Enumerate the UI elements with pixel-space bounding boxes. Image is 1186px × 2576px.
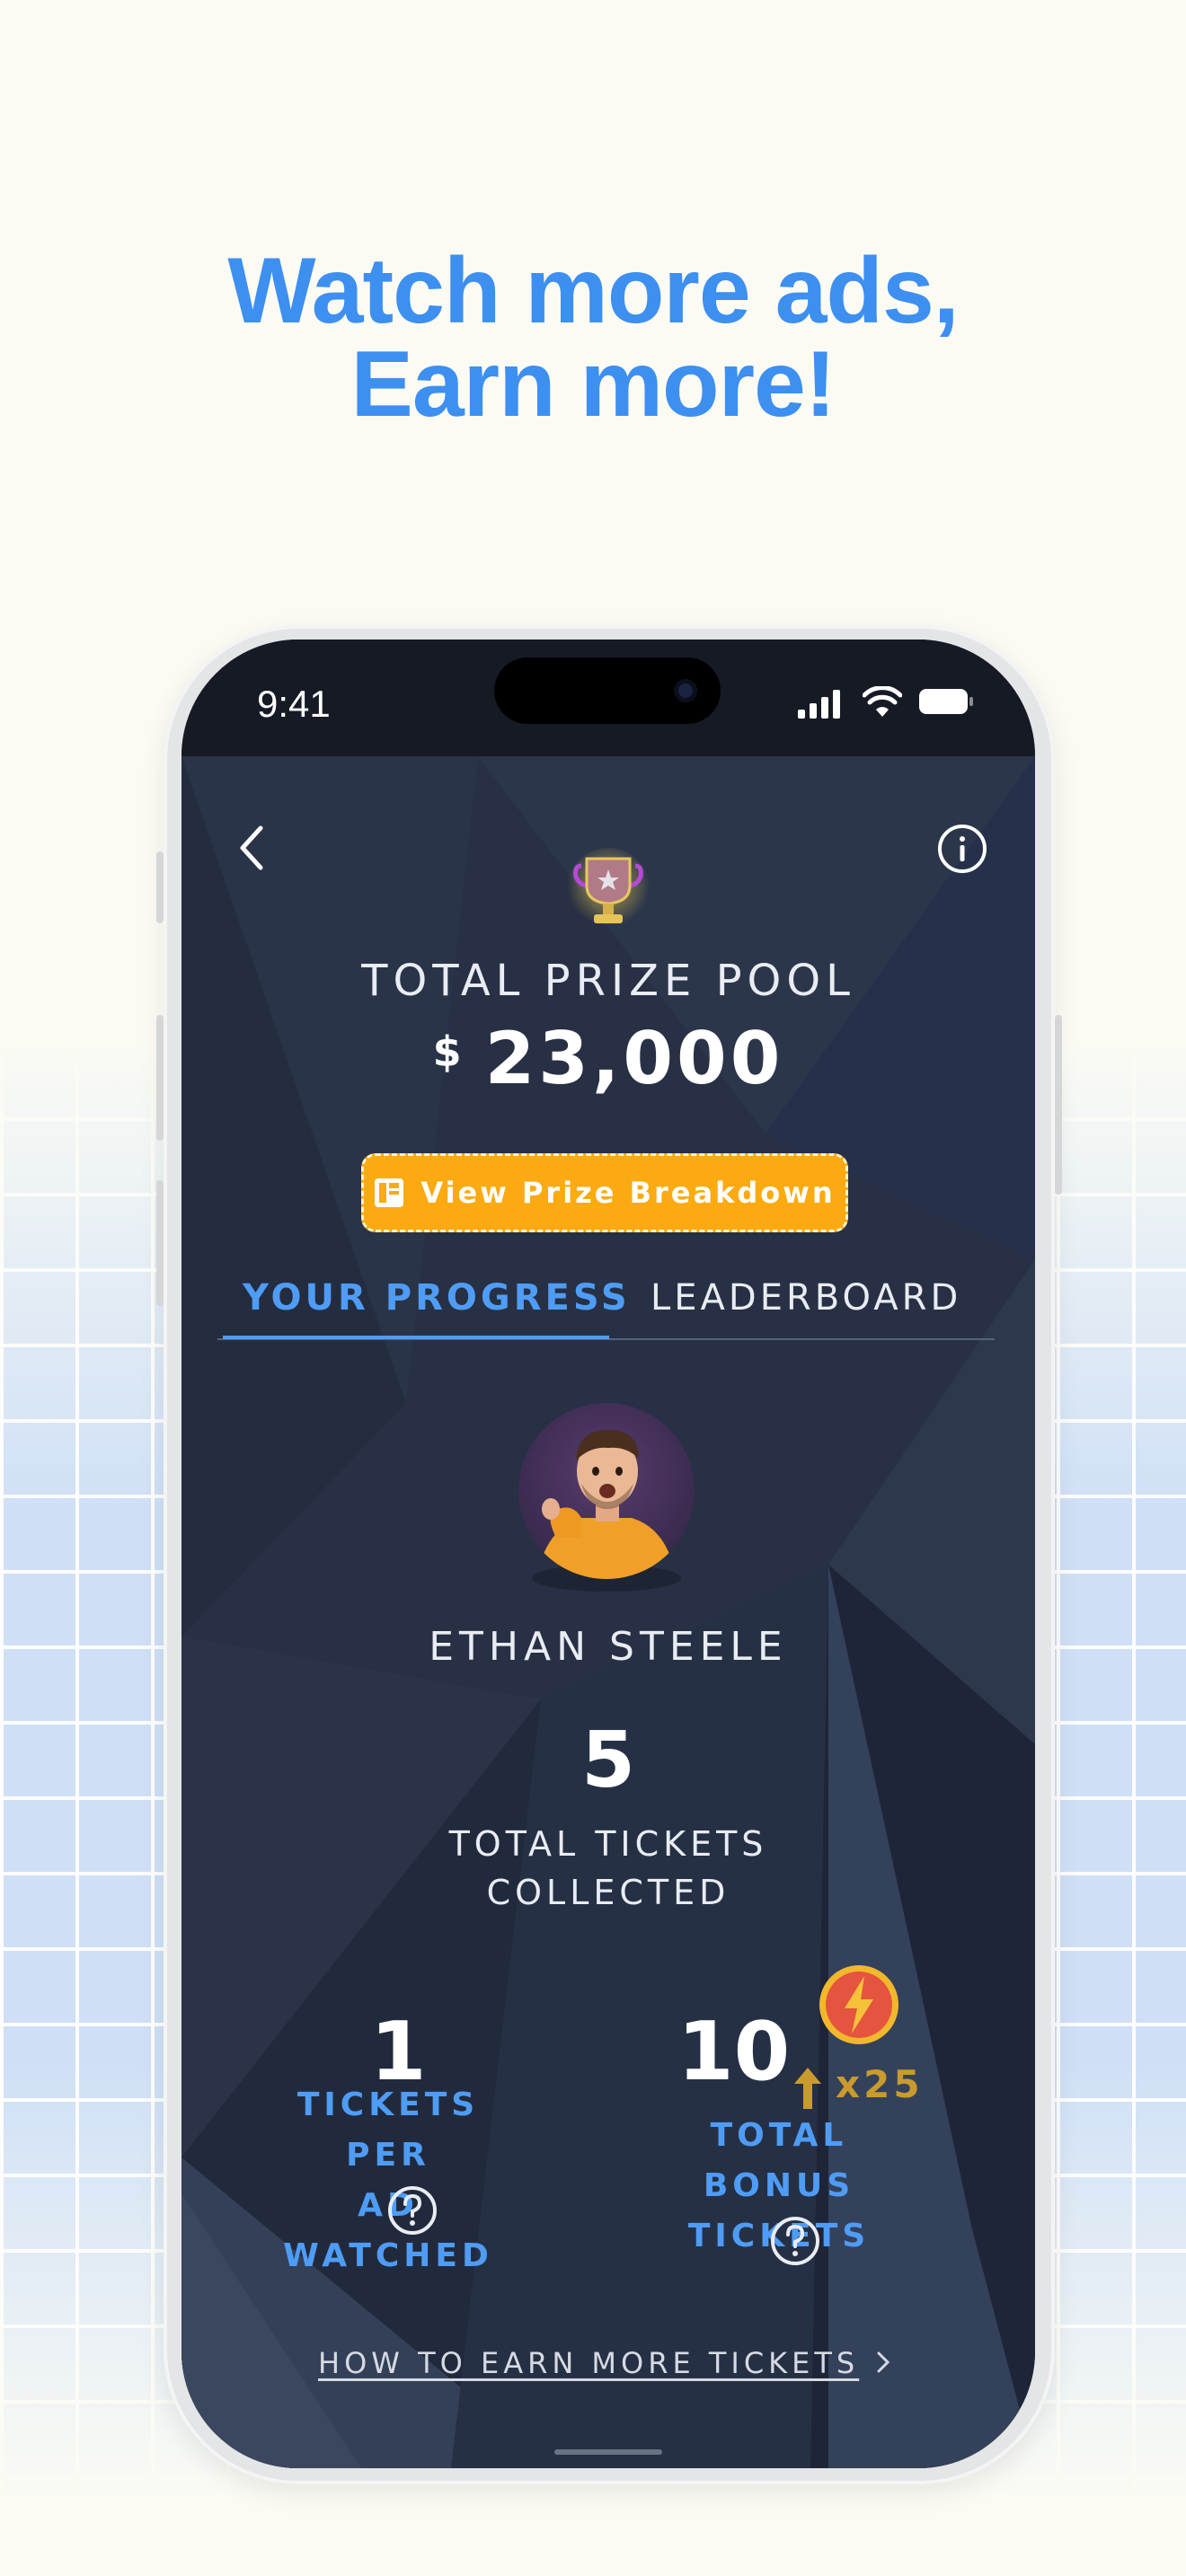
battery-icon — [919, 689, 973, 714]
trophy-icon — [567, 848, 650, 931]
tab-leaderboard[interactable]: LEADERBOARD — [651, 1277, 961, 1319]
headline-line-1: Watch more ads, — [227, 239, 959, 343]
total-tickets-label-line-1: TOTAL TICKETS — [448, 1824, 768, 1864]
volume-down-button — [156, 1180, 164, 1306]
home-indicator — [554, 2449, 662, 2455]
how-to-earn-link[interactable]: HOW TO EARN MORE TICKETS — [318, 2346, 859, 2380]
status-bar: 9:41 — [181, 640, 1035, 756]
tickets-per-ad-label: TICKETS PER AD WATCHED — [253, 2080, 523, 2281]
tournament-screen: TOTAL PRIZE POOL $23,000 View Prize Brea… — [181, 756, 1035, 2468]
tab-your-progress[interactable]: YOUR PROGRESS — [243, 1277, 631, 1319]
active-tab-indicator — [223, 1336, 609, 1339]
camera-icon — [674, 679, 697, 702]
status-time: 9:41 — [257, 683, 331, 725]
prize-amount-value: 23,000 — [484, 1017, 784, 1100]
list-icon — [375, 1178, 404, 1207]
volume-up-button — [156, 1015, 164, 1141]
dynamic-island — [494, 657, 721, 724]
chevron-right-icon[interactable] — [873, 2346, 893, 2378]
prize-pool-amount: $23,000 — [181, 1017, 1035, 1100]
user-name: ETHAN STEELE — [429, 1624, 788, 1670]
power-button — [1055, 1015, 1062, 1195]
bolt-icon — [819, 1965, 898, 2044]
help-icon[interactable] — [386, 2184, 438, 2236]
back-icon[interactable] — [232, 819, 271, 877]
help-icon-bonus[interactable] — [769, 2215, 821, 2267]
promo-headline: Watch more ads, Earn more! — [0, 244, 1186, 431]
signal-icon — [798, 690, 840, 719]
info-icon[interactable] — [936, 823, 988, 875]
phone-screen: 9:41 TOTAL PRIZE POOL $ 23,000 View Priz… — [181, 640, 1035, 2468]
breakdown-button-label: View Prize Breakdown — [420, 1176, 836, 1210]
tickets-per-ad-label-line-1: TICKETS PER — [296, 2086, 480, 2174]
wifi-icon — [863, 686, 902, 717]
total-tickets-label-line-2: COLLECTED — [486, 1873, 730, 1912]
bonus-tickets-label-line-1: TOTAL BONUS — [703, 2117, 855, 2204]
total-tickets-value: 5 — [581, 1716, 635, 1805]
total-tickets-label: TOTAL TICKETS COLLECTED — [181, 1820, 1035, 1917]
view-prize-breakdown-button[interactable]: View Prize Breakdown — [361, 1153, 848, 1232]
silent-switch — [156, 851, 164, 923]
currency-symbol: $ — [432, 1028, 462, 1076]
bonus-tickets-value: 10 — [677, 2005, 791, 2099]
bonus-multiplier: x25 — [836, 2062, 924, 2106]
headline-line-2: Earn more! — [350, 332, 836, 437]
prize-pool-label: TOTAL PRIZE POOL — [361, 956, 855, 1006]
avatar — [518, 1403, 695, 1579]
avatar-photo — [536, 1430, 677, 1579]
arrow-up-icon — [794, 2068, 821, 2109]
